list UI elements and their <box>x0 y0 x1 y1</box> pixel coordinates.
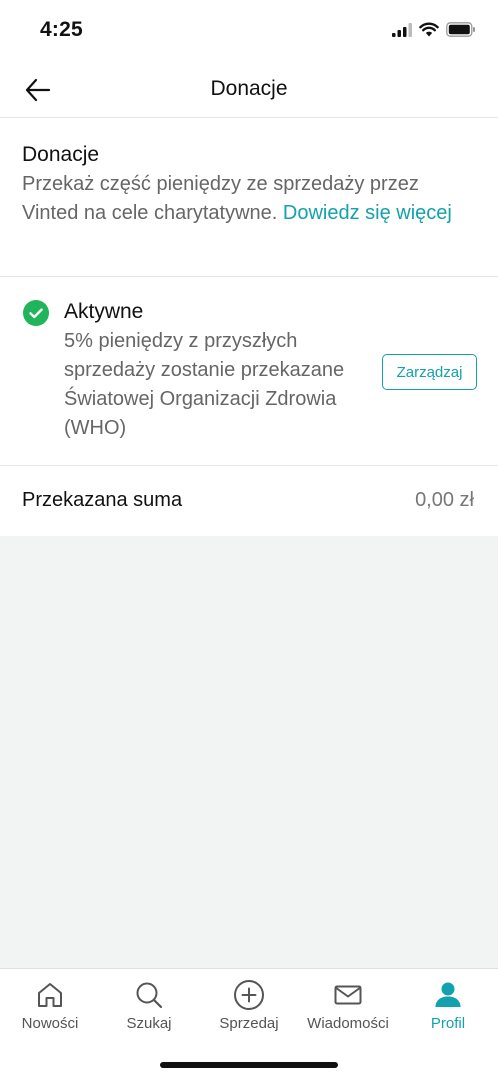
tab-sprzedaj[interactable]: Sprzedaj <box>199 969 299 1041</box>
donations-intro: Donacje Przekaż część pieniędzy ze sprze… <box>0 118 498 277</box>
manage-button[interactable]: Zarządzaj <box>382 354 477 390</box>
learn-more-link[interactable]: Dowiedz się więcej <box>283 202 452 224</box>
tab-label-profil: Profil <box>430 1015 466 1032</box>
status-icons <box>392 22 476 37</box>
wifi-icon <box>419 22 439 37</box>
profile-icon <box>435 982 461 1007</box>
tab-nowosci[interactable]: Nowości <box>0 969 100 1041</box>
donation-status: Aktywne 5% pieniędzy z przyszłych sprzed… <box>0 277 498 466</box>
donated-sum-value: 0,00 zł <box>415 489 474 511</box>
navigation-bar: Donacje <box>0 62 498 118</box>
status-title: Aktywne <box>64 300 144 323</box>
home-icon <box>38 983 62 1007</box>
battery-icon <box>446 22 475 37</box>
search-icon <box>136 982 163 1009</box>
signal-icon <box>392 22 412 37</box>
plus-circle-icon <box>234 980 264 1010</box>
tab-wiadomosci[interactable]: Wiadomości <box>298 969 398 1041</box>
home-indicator <box>160 1062 338 1068</box>
tab-szukaj[interactable]: Szukaj <box>99 969 199 1041</box>
check-circle-icon <box>23 300 49 326</box>
mail-icon <box>334 985 362 1005</box>
donated-sum-label: Przekazana suma <box>22 489 183 511</box>
intro-description-block: Przekaż część pieniędzy ze sprzedaży prz… <box>22 170 474 228</box>
intro-title: Donacje <box>22 143 100 166</box>
status-bar: 4:25 <box>0 0 498 62</box>
status-description: 5% pieniędzy z przyszłych sprzedaży zost… <box>64 330 345 439</box>
tab-profil[interactable]: Profil <box>398 969 498 1041</box>
donated-sum-row: Przekazana suma 0,00 zł <box>0 466 498 536</box>
status-time: 4:25 <box>40 18 83 41</box>
page-title: Donacje <box>210 77 288 100</box>
